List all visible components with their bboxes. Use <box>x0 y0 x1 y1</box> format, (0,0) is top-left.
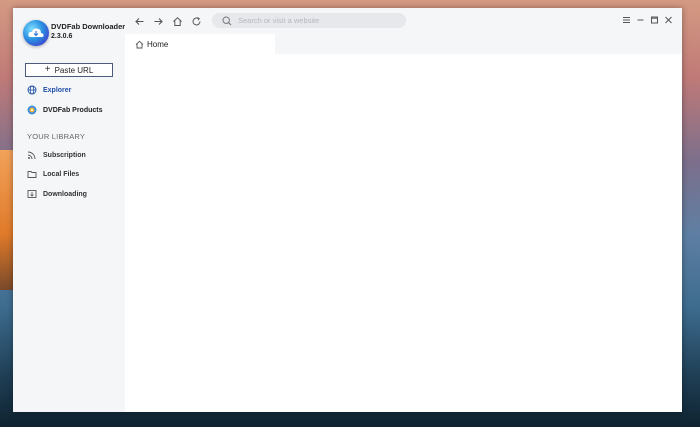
app-logo <box>23 20 49 46</box>
sidebar-item-label: Local Files <box>43 170 80 178</box>
sidebar-item-subscription[interactable]: Subscription <box>27 150 86 160</box>
minimize-button[interactable] <box>634 14 646 26</box>
desktop-wallpaper <box>0 150 14 290</box>
forward-button[interactable] <box>151 14 165 28</box>
sidebar-item-local-files[interactable]: Local Files <box>27 169 79 179</box>
plus-icon: + <box>44 64 51 75</box>
tab-label: Home <box>147 39 169 49</box>
arrow-right-icon <box>153 16 164 27</box>
toolbar: Search or visit a website <box>125 8 682 34</box>
globe-icon <box>27 85 37 95</box>
back-button[interactable] <box>132 14 146 28</box>
browser-content-area[interactable] <box>125 54 682 412</box>
minimize-icon <box>636 16 645 24</box>
folder-icon <box>27 169 37 179</box>
search-icon <box>222 15 232 26</box>
app-window: DVDFab Downloader 2.3.0.6 + Paste URL Ex… <box>13 8 682 412</box>
library-section-title: YOUR LIBRARY <box>27 132 86 141</box>
download-list-icon <box>27 189 37 199</box>
home-button[interactable] <box>170 14 184 28</box>
sidebar-item-label: Subscription <box>43 151 86 159</box>
rss-icon <box>27 150 37 160</box>
sidebar-item-label: Downloading <box>43 190 87 198</box>
paste-url-button[interactable]: + Paste URL <box>25 63 113 77</box>
tab-home[interactable]: Home <box>125 34 275 54</box>
menu-icon <box>622 16 631 24</box>
sidebar-item-label: Explorer <box>43 86 72 94</box>
close-icon <box>664 16 673 24</box>
sidebar-item-explorer[interactable]: Explorer <box>27 85 71 95</box>
refresh-button[interactable] <box>189 14 203 28</box>
sidebar-item-downloading[interactable]: Downloading <box>27 189 87 199</box>
maximize-icon <box>650 16 659 24</box>
search-input[interactable]: Search or visit a website <box>238 16 319 25</box>
app-version: 2.3.0.6 <box>51 33 73 40</box>
maximize-button[interactable] <box>648 14 660 26</box>
arrow-left-icon <box>134 16 145 27</box>
main-area: Search or visit a website Home <box>125 8 682 412</box>
home-icon <box>135 40 144 49</box>
sidebar: DVDFab Downloader 2.3.0.6 + Paste URL Ex… <box>13 8 125 412</box>
close-button[interactable] <box>662 14 674 26</box>
sidebar-item-dvdfab-products[interactable]: DVDFab Products <box>27 105 103 115</box>
refresh-icon <box>191 16 202 27</box>
app-name: DVDFab Downloader <box>51 22 126 31</box>
home-icon <box>172 16 183 27</box>
address-search-bar[interactable]: Search or visit a website <box>212 13 406 28</box>
menu-button[interactable] <box>620 14 632 26</box>
dvdfab-products-icon <box>27 105 37 115</box>
sidebar-item-label: DVDFab Products <box>43 106 103 114</box>
paste-url-label: Paste URL <box>54 65 94 75</box>
